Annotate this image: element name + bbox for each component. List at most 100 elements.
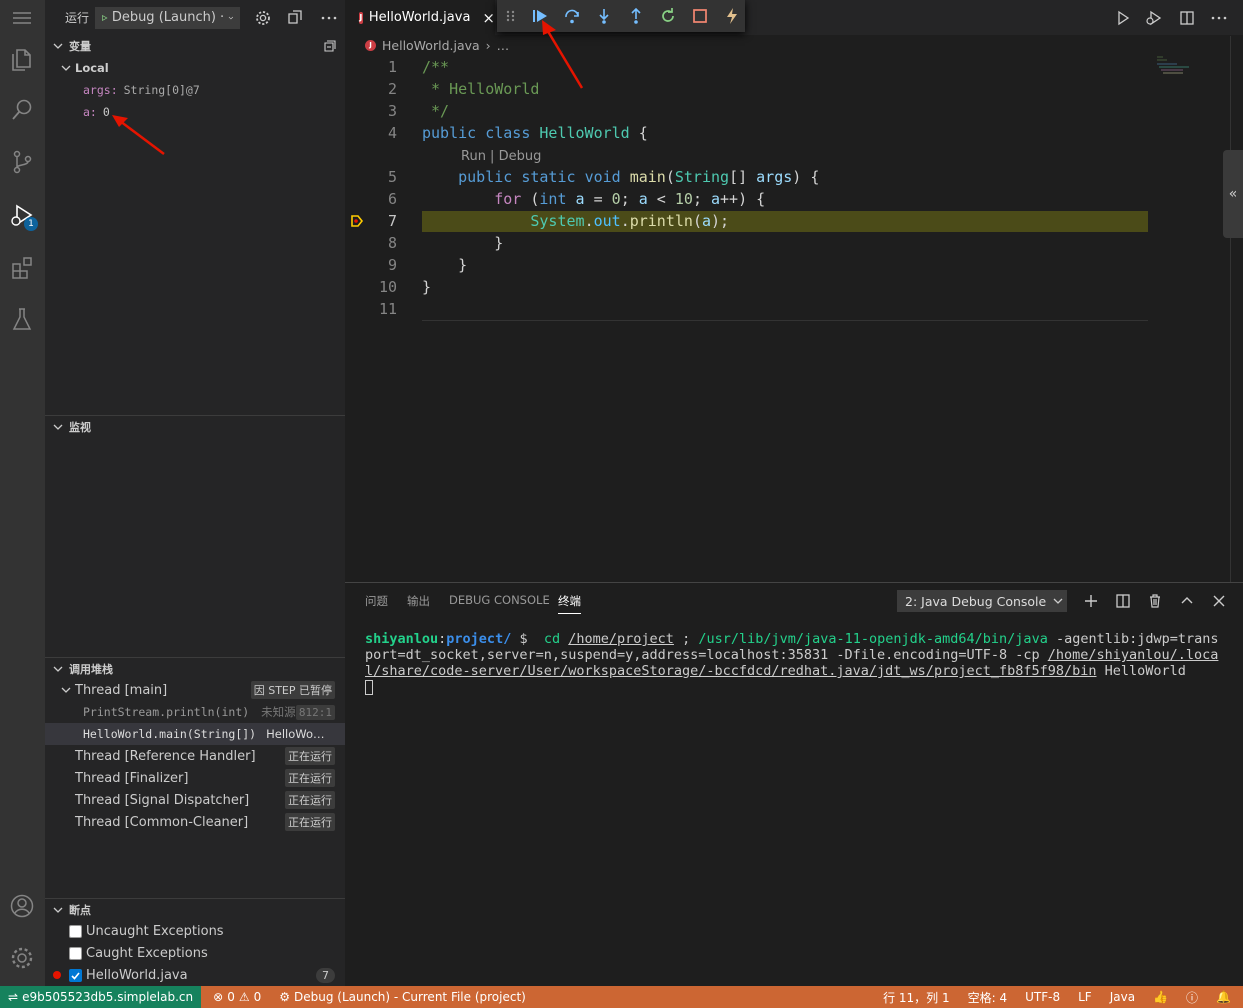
expand-sidebar-tab[interactable]: «: [1223, 150, 1243, 238]
breakpoints-section-header[interactable]: 断点: [45, 898, 345, 920]
check-icon: [71, 971, 80, 980]
variables-section-header[interactable]: 变量: [45, 35, 345, 57]
chevron-down-icon: [61, 65, 71, 71]
scrollbar-track[interactable]: [1230, 36, 1231, 582]
run-icon[interactable]: [1115, 10, 1131, 26]
breakpoint-label: HelloWorld.java: [86, 967, 188, 983]
thread-status-badge: 正在运行: [285, 791, 335, 809]
close-panel-icon[interactable]: [1211, 593, 1227, 609]
close-icon[interactable]: ×: [482, 9, 495, 27]
editor-tabs: J HelloWorld.java ×: [345, 0, 1243, 35]
codelens-run-debug[interactable]: Run | Debug: [461, 149, 541, 164]
debug-session-status[interactable]: ⚙ Debug (Launch) - Current File (project…: [279, 990, 526, 1004]
notifications-bell-icon[interactable]: 🔔: [1216, 990, 1231, 1004]
terminal-output[interactable]: shiyanlou:project/ $ cd /home/project ; …: [365, 631, 1225, 695]
indentation[interactable]: 空格: 4: [968, 989, 1008, 1006]
gear-icon[interactable]: [254, 9, 272, 27]
code-line: public class HelloWorld {: [422, 124, 648, 142]
split-editor-icon[interactable]: [1179, 10, 1195, 26]
feedback-icon[interactable]: 👍: [1153, 990, 1168, 1004]
step-into-icon[interactable]: [595, 7, 613, 25]
code-line: /**: [422, 58, 450, 76]
callstack-section-header[interactable]: 调用堆栈: [45, 657, 345, 679]
breakpoint-line-badge: 7: [316, 967, 335, 983]
breadcrumb-file[interactable]: HelloWorld.java: [382, 38, 480, 53]
thread-row[interactable]: Thread [Finalizer] 正在运行: [45, 767, 345, 789]
scope-label: Local: [75, 61, 109, 75]
account-icon[interactable]: [8, 892, 36, 920]
thread-main[interactable]: Thread [main] 因 STEP 已暂停: [45, 679, 345, 701]
step-over-icon[interactable]: [563, 7, 581, 25]
breakpoint-checkbox[interactable]: [69, 946, 82, 960]
debug-config-label: Debug (Launch) ·: [111, 10, 225, 25]
search-icon[interactable]: [8, 96, 36, 124]
start-debug-icon[interactable]: [101, 11, 108, 25]
tab-problems[interactable]: 问题: [365, 593, 388, 609]
stack-frame[interactable]: PrintStream.println(int) 未知源 812:1: [45, 701, 345, 723]
breakpoint-checkbox-checked[interactable]: [69, 968, 82, 982]
debug-toolbar: [497, 0, 745, 32]
new-terminal-plus-icon[interactable]: [1083, 593, 1099, 609]
variable-row[interactable]: args: String[0]@7: [45, 79, 345, 101]
remote-indicator[interactable]: ⇌ e9b505523db5.simplelab.cn: [0, 986, 202, 1008]
minimap[interactable]: [1155, 55, 1201, 77]
tab-debug-console[interactable]: DEBUG CONSOLE: [449, 593, 550, 607]
continue-icon[interactable]: [531, 7, 549, 25]
remote-icon: ⇌: [8, 990, 19, 1004]
breakpoint-checkbox[interactable]: [69, 924, 82, 938]
step-out-icon[interactable]: [627, 7, 645, 25]
run-label: 运行: [65, 11, 90, 25]
scope-local[interactable]: Local: [45, 57, 345, 79]
settings-gear-icon[interactable]: [8, 944, 36, 972]
tab-output[interactable]: 输出: [407, 593, 430, 609]
terminal-select[interactable]: 2: Java Debug Console: [897, 590, 1067, 612]
cmd-java: /usr/lib/jvm/java-11-openjdk-amd64/bin/j…: [698, 631, 1048, 647]
chevron-down-icon: [53, 666, 63, 672]
restart-icon[interactable]: [659, 7, 677, 25]
source-control-icon[interactable]: [8, 148, 36, 176]
chevron-down-icon: [53, 43, 63, 49]
bottom-panel: 问题 输出 DEBUG CONSOLE 终端 2: Java Debug Con…: [345, 582, 1243, 986]
breakpoint-uncaught[interactable]: Uncaught Exceptions: [45, 920, 345, 942]
cursor-position[interactable]: 行 11，列 1: [883, 989, 950, 1006]
debug-header: 运行 Debug (Launch) ·: [45, 0, 345, 35]
thread-row[interactable]: Thread [Common-Cleaner] 正在运行: [45, 811, 345, 833]
encoding[interactable]: UTF-8: [1025, 990, 1060, 1004]
stop-icon[interactable]: [691, 7, 709, 25]
debug-console-icon[interactable]: [286, 9, 304, 27]
more-actions-icon[interactable]: [1211, 10, 1227, 26]
line-number: 4: [387, 124, 397, 142]
maximize-chevron-up-icon[interactable]: [1179, 593, 1195, 609]
variable-row[interactable]: a: 0: [45, 101, 345, 123]
language-mode[interactable]: Java: [1110, 990, 1135, 1004]
menu-icon[interactable]: [8, 4, 36, 32]
problems-indicator[interactable]: ⊗ 0 ⚠ 0: [213, 990, 261, 1004]
drag-handle-icon[interactable]: [505, 8, 517, 24]
debug-run-icon[interactable]: [1145, 10, 1163, 26]
tab-terminal[interactable]: 终端: [558, 593, 581, 614]
tab-helloworld-java[interactable]: J HelloWorld.java ×: [345, 0, 495, 35]
testing-flask-icon[interactable]: [8, 305, 36, 333]
explorer-icon[interactable]: [8, 45, 36, 73]
watch-section-header[interactable]: 监视: [45, 415, 345, 437]
split-terminal-icon[interactable]: [1115, 593, 1131, 609]
thread-row[interactable]: Thread [Reference Handler] 正在运行: [45, 745, 345, 767]
eol[interactable]: LF: [1078, 990, 1092, 1004]
thread-row[interactable]: Thread [Signal Dispatcher] 正在运行: [45, 789, 345, 811]
info-icon[interactable]: ⓘ: [1186, 989, 1198, 1006]
extensions-icon[interactable]: [8, 253, 36, 281]
variables-title: 变量: [69, 40, 91, 53]
chevron-right-icon: ›: [485, 38, 491, 53]
stack-frame-selected[interactable]: HelloWorld.main(String[]) HelloWo…: [45, 723, 345, 745]
trash-icon[interactable]: [1147, 593, 1163, 609]
breakpoint-file[interactable]: HelloWorld.java 7: [45, 964, 345, 986]
last-line-border: [422, 320, 1148, 321]
breadcrumb-more[interactable]: …: [497, 38, 510, 53]
debug-config-select[interactable]: Debug (Launch) ·: [95, 6, 241, 29]
collapse-all-icon[interactable]: [323, 39, 337, 53]
breakpoint-caught[interactable]: Caught Exceptions: [45, 942, 345, 964]
frame-name: HelloWorld.main(String[]): [83, 727, 257, 741]
more-actions-icon[interactable]: [320, 9, 338, 27]
hot-code-replace-icon[interactable]: [723, 7, 741, 25]
error-icon: ⊗: [213, 990, 224, 1004]
